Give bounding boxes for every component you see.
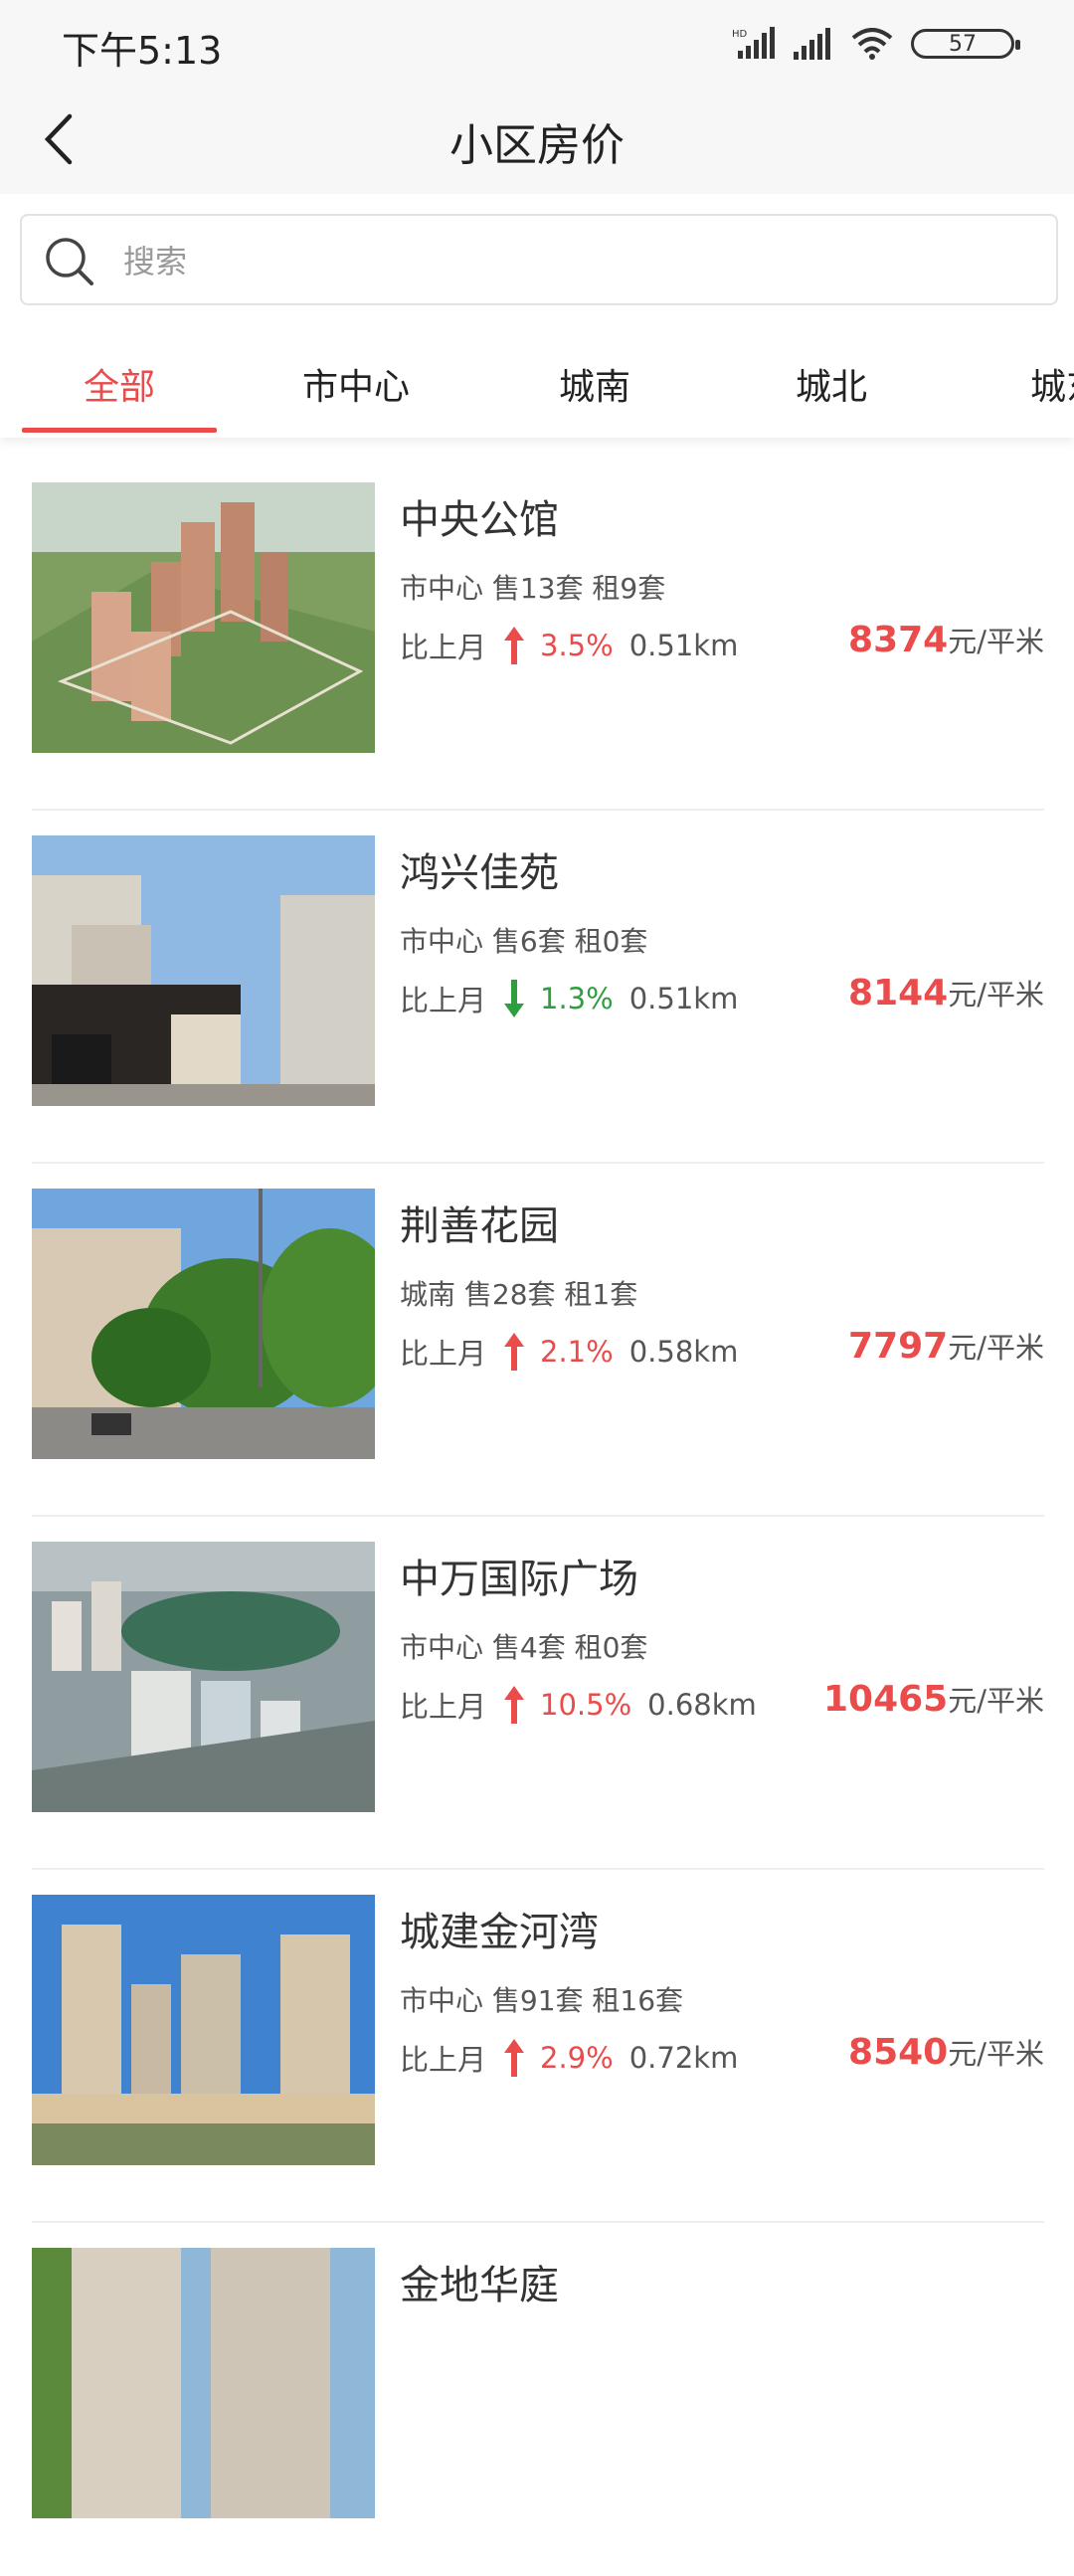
- listing-photo: [32, 835, 375, 1106]
- list-item[interactable]: 金地华庭: [0, 2223, 1074, 2576]
- tab-east[interactable]: 城东: [1030, 358, 1074, 433]
- trend-percent: 3.5%: [540, 629, 614, 662]
- listing-meta: 市中心 售91套 租16套: [400, 1984, 684, 2017]
- price-unit: 元/平米: [948, 1684, 1044, 1718]
- price-unit: 元/平米: [948, 1331, 1044, 1365]
- listing-name: 鸿兴佳苑: [400, 850, 559, 896]
- list-item[interactable]: 荆善花园 城南 售28套 租1套 比上月 2.1% 0.58km 7797元/平…: [0, 1164, 1074, 1517]
- list-item[interactable]: 中万国际广场 市中心 售4套 租0套 比上月 10.5% 0.68km 1046…: [0, 1517, 1074, 1870]
- listing-photo: [32, 2248, 375, 2518]
- listing-price: 10465元/平米: [823, 1678, 1044, 1720]
- listing-trend: 比上月 2.9% 0.72km: [400, 2037, 738, 2079]
- listing-meta: 市中心 售4套 租0套: [400, 1631, 648, 1664]
- listing-meta: 城南 售28套 租1套: [400, 1278, 638, 1311]
- price-unit: 元/平米: [948, 978, 1044, 1012]
- district-tabs: 全部 市中心 城南 城北 城东: [0, 328, 1074, 438]
- listing-name: 中央公馆: [400, 497, 559, 543]
- price-value: 8540: [848, 2032, 949, 2073]
- arrow-down-icon: [504, 980, 525, 1017]
- tab-south[interactable]: 城南: [497, 358, 692, 433]
- trend-label: 比上月: [400, 1337, 487, 1371]
- wifi-icon: [851, 28, 893, 60]
- arrow-up-icon: [504, 2039, 525, 2077]
- listing-name: 城建金河湾: [400, 1910, 599, 1955]
- listing-trend: 比上月 1.3% 0.51km: [400, 978, 738, 1019]
- list-item[interactable]: 中央公馆 市中心 售13套 租9套 比上月 3.5% 0.51km 8374元/…: [0, 458, 1074, 811]
- listing-name: 中万国际广场: [400, 1557, 638, 1602]
- tab-all[interactable]: 全部: [22, 358, 217, 433]
- arrow-up-icon: [504, 627, 525, 664]
- nav-bar: 小区房价: [0, 90, 1074, 194]
- search-box[interactable]: [20, 214, 1058, 305]
- listing-trend: 比上月 2.1% 0.58km: [400, 1331, 738, 1373]
- svg-text:HD: HD: [732, 29, 748, 40]
- arrow-up-icon: [504, 1686, 525, 1724]
- trend-percent: 10.5%: [540, 1688, 632, 1722]
- trend-label: 比上月: [400, 1690, 487, 1724]
- trend-label: 比上月: [400, 631, 487, 664]
- search-input[interactable]: [121, 232, 1020, 291]
- listing-meta: 市中心 售13套 租9套: [400, 572, 666, 605]
- status-icons: HD 57: [732, 24, 1020, 64]
- listing-distance: 0.51km: [628, 629, 739, 662]
- listing-trend: 比上月 3.5% 0.51km: [400, 625, 738, 666]
- listing-distance: 0.68km: [647, 1688, 757, 1722]
- price-value: 8144: [848, 973, 949, 1013]
- listing-price: 8540元/平米: [848, 2031, 1044, 2073]
- battery-icon: 57: [911, 29, 1020, 59]
- hd-signal-icon: HD: [732, 27, 775, 59]
- listing-photo: [32, 482, 375, 753]
- listing-price: 7797元/平米: [848, 1325, 1044, 1367]
- tab-active-indicator: [22, 428, 217, 433]
- listing-photo: [32, 1895, 375, 2165]
- listing-photo: [32, 1189, 375, 1459]
- tab-north[interactable]: 城北: [734, 358, 929, 433]
- trend-percent: 2.1%: [540, 1335, 614, 1369]
- arrow-up-icon: [504, 1333, 525, 1371]
- listing-distance: 0.72km: [628, 2041, 739, 2075]
- trend-label: 比上月: [400, 2043, 487, 2077]
- tab-city-center[interactable]: 市中心: [259, 358, 453, 433]
- price-value: 10465: [822, 1679, 949, 1720]
- price-unit: 元/平米: [948, 2037, 1044, 2071]
- listing-trend: 比上月 10.5% 0.68km: [400, 1684, 757, 1726]
- price-value: 8374: [848, 620, 949, 660]
- listing-name: 金地华庭: [400, 2263, 559, 2308]
- list-item[interactable]: 鸿兴佳苑 市中心 售6套 租0套 比上月 1.3% 0.51km 8144元/平…: [0, 811, 1074, 1164]
- list-item[interactable]: 城建金河湾 市中心 售91套 租16套 比上月 2.9% 0.72km 8540…: [0, 1870, 1074, 2223]
- search-icon: [46, 238, 93, 285]
- listing-name: 荆善花园: [400, 1203, 559, 1249]
- status-bar: 下午5:13 HD 57: [0, 0, 1074, 90]
- listing-price: 8144元/平米: [848, 972, 1044, 1013]
- listing-list: 中央公馆 市中心 售13套 租9套 比上月 3.5% 0.51km 8374元/…: [0, 458, 1074, 2576]
- signal-icon: [794, 28, 830, 60]
- trend-label: 比上月: [400, 984, 487, 1017]
- listing-price: 8374元/平米: [848, 619, 1044, 660]
- listing-meta: 市中心 售6套 租0套: [400, 925, 648, 958]
- price-value: 7797: [848, 1326, 949, 1367]
- listing-distance: 0.58km: [628, 1335, 739, 1369]
- listing-photo: [32, 1542, 375, 1812]
- page-title: 小区房价: [449, 120, 625, 171]
- trend-percent: 1.3%: [540, 982, 614, 1015]
- price-unit: 元/平米: [948, 625, 1044, 658]
- listing-distance: 0.51km: [628, 982, 739, 1015]
- status-time: 下午5:13: [62, 29, 223, 73]
- trend-percent: 2.9%: [540, 2041, 614, 2075]
